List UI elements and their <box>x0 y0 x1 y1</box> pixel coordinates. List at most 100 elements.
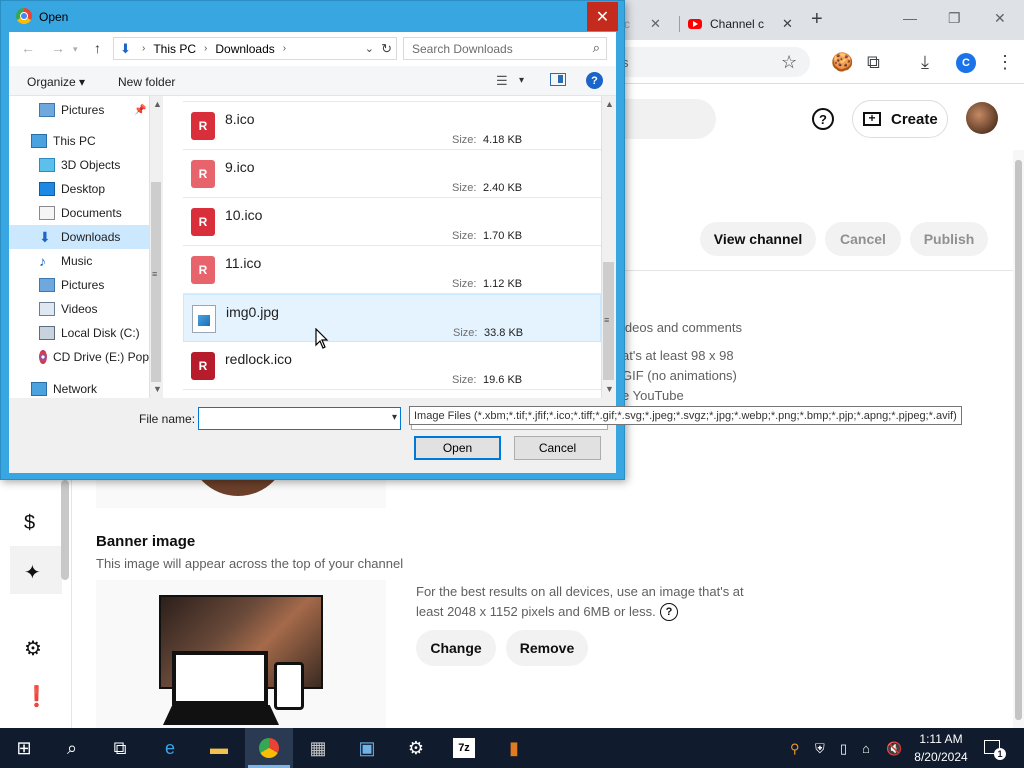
nav-item-network[interactable]: Network <box>9 377 149 401</box>
network-tray-icon[interactable]: ⌂ <box>862 741 870 756</box>
nav-pane-scrollbar-thumb[interactable] <box>151 182 161 382</box>
address-breadcrumb[interactable]: ⬇ › This PC › Downloads › ⌄ ↻ <box>113 37 397 60</box>
open-button[interactable]: Open <box>414 436 501 460</box>
remove-banner-button[interactable]: Remove <box>506 630 588 666</box>
restore-icon[interactable]: ❐ <box>948 10 961 27</box>
close-tab-icon[interactable]: ✕ <box>782 16 793 32</box>
clock-date[interactable]: 8/20/2024 <box>909 750 973 764</box>
nav-item-local-disk[interactable]: Local Disk (C:) <box>9 321 149 345</box>
nav-item-this-pc[interactable]: This PC <box>9 129 149 153</box>
help-icon[interactable]: ? <box>812 108 834 130</box>
create-button[interactable]: + Create <box>852 100 948 138</box>
breadcrumb-chevron-icon[interactable]: › <box>142 43 145 54</box>
profile-avatar-icon[interactable]: C <box>956 53 976 73</box>
internet-explorer-icon[interactable]: e <box>158 736 182 760</box>
close-tab-icon[interactable]: ✕ <box>650 16 661 32</box>
recent-locations-chevron-icon[interactable]: ▾ <box>73 44 78 55</box>
clock-time[interactable]: 1:11 AM <box>918 732 964 746</box>
settings-taskbar-icon[interactable]: ⚙ <box>404 736 428 760</box>
extensions-puzzle-icon[interactable]: ⧉ <box>867 52 880 73</box>
change-view-icon[interactable]: ☰ <box>496 73 508 89</box>
file-name-dropdown-icon[interactable]: ▾ <box>392 412 397 423</box>
new-folder-button[interactable]: New folder <box>118 75 175 89</box>
app-orange-icon[interactable]: ▮ <box>502 736 526 760</box>
breadcrumb-chevron-icon[interactable]: › <box>204 43 207 54</box>
nav-item-3d-objects[interactable]: 3D Objects <box>9 153 149 177</box>
nav-item-downloads[interactable]: ⬇ Downloads <box>9 225 149 249</box>
preview-pane-icon[interactable] <box>550 73 566 86</box>
dialog-close-icon[interactable]: ✕ <box>587 2 618 31</box>
nav-item-pictures-quick[interactable]: Pictures 📌 <box>9 98 149 122</box>
breadcrumb-downloads[interactable]: Downloads <box>215 42 274 56</box>
nav-item-desktop[interactable]: Desktop <box>9 177 149 201</box>
file-item-img0-jpg[interactable]: img0.jpg Size: 33.8 KB <box>183 294 601 342</box>
view-channel-button[interactable]: View channel <box>700 222 816 256</box>
banner-help-icon[interactable]: ? <box>660 603 678 621</box>
close-window-icon[interactable]: ✕ <box>994 10 1006 27</box>
page-scrollbar-thumb[interactable] <box>1015 160 1022 720</box>
settings-gear-icon[interactable]: ⚙ <box>24 636 42 661</box>
file-item-11-ico[interactable]: R 11.ico Size: 1.12 KB <box>183 246 601 294</box>
file-item-redlock-ico[interactable]: R redlock.ico Size: 19.6 KB <box>183 342 601 390</box>
address-bar[interactable] <box>610 47 810 77</box>
nav-item-pictures[interactable]: Pictures <box>9 273 149 297</box>
cancel-button[interactable]: Cancel <box>514 436 601 460</box>
control-panel-icon[interactable]: ▣ <box>355 736 379 760</box>
dialog-help-icon[interactable]: ? <box>586 72 603 89</box>
search-icon[interactable]: ⌕ <box>593 40 600 56</box>
battery-icon[interactable]: ▯ <box>840 741 847 757</box>
file-item-9-ico[interactable]: R 9.ico Size: 2.40 KB <box>183 150 601 198</box>
pin-icon[interactable]: 📌 <box>134 105 146 116</box>
nav-item-music[interactable]: ♪ Music <box>9 249 149 273</box>
up-arrow-icon[interactable]: ↑ <box>94 40 101 56</box>
account-avatar[interactable] <box>966 102 998 134</box>
breadcrumb-this-pc[interactable]: This PC <box>153 42 196 56</box>
change-banner-button[interactable]: Change <box>416 630 496 666</box>
file-explorer-icon[interactable]: ▬ <box>207 736 231 760</box>
refresh-icon[interactable]: ↻ <box>381 41 392 57</box>
studio-cancel-button[interactable]: Cancel <box>825 222 901 256</box>
scroll-up-arrow-icon[interactable]: ▲ <box>153 99 162 109</box>
file-name-input[interactable]: ▾ <box>198 407 401 430</box>
download-icon[interactable]: ⤓ <box>921 52 929 73</box>
organize-button[interactable]: Organize ▾ <box>27 75 85 89</box>
earn-dollar-icon[interactable]: $ <box>24 512 35 535</box>
nav-item-cd-drive[interactable]: CD Drive (E:) Pop <box>9 345 149 369</box>
feedback-icon[interactable]: ❗ <box>24 684 49 709</box>
customization-wand-icon[interactable]: ✦ <box>24 560 41 585</box>
address-dropdown-icon[interactable]: ⌄ <box>365 42 374 55</box>
rail-scrollbar[interactable] <box>61 480 69 580</box>
app-icon[interactable]: ▦ <box>306 736 330 760</box>
new-tab-button[interactable]: + <box>811 8 823 31</box>
tray-search-icon[interactable]: ⚲ <box>790 741 800 757</box>
scroll-up-arrow-icon[interactable]: ▲ <box>605 99 614 109</box>
search-downloads-box[interactable]: ⌕ <box>403 37 607 60</box>
breadcrumb-chevron-icon[interactable]: › <box>283 43 286 54</box>
dialog-title: Open <box>39 10 69 24</box>
cookie-extension-icon[interactable]: 🍪 <box>831 52 853 73</box>
scroll-down-arrow-icon[interactable]: ▼ <box>605 384 614 394</box>
publish-button[interactable]: Publish <box>910 222 988 256</box>
nav-item-videos[interactable]: Videos <box>9 297 149 321</box>
chrome-taskbar-icon[interactable] <box>257 736 281 760</box>
back-arrow-icon[interactable]: ← <box>21 40 35 56</box>
studio-search-bar[interactable] <box>620 99 716 139</box>
windows-start-icon[interactable]: ⊞ <box>12 736 36 760</box>
browser-tab-active[interactable]: Channel c ✕ <box>682 8 802 40</box>
7zip-icon[interactable]: 7z <box>453 738 475 758</box>
dialog-titlebar[interactable]: Open ✕ <box>1 1 624 32</box>
taskbar-search-icon[interactable]: ⌕ <box>60 736 84 760</box>
volume-muted-icon[interactable]: 🔇 <box>886 741 902 757</box>
view-options-chevron-icon[interactable]: ▾ <box>519 75 524 86</box>
file-item-10-ico[interactable]: R 10.ico Size: 1.70 KB <box>183 198 601 246</box>
nav-item-documents[interactable]: Documents <box>9 201 149 225</box>
forward-arrow-icon[interactable]: → <box>51 40 65 56</box>
menu-kebab-icon[interactable]: ⋮ <box>996 52 1014 73</box>
minimize-icon[interactable]: — <box>903 10 917 26</box>
task-view-icon[interactable]: ⧉ <box>108 736 132 760</box>
search-downloads-input[interactable] <box>404 38 574 59</box>
security-shield-icon[interactable]: ⛨ <box>815 741 825 757</box>
file-item-8-ico[interactable]: R 8.ico Size: 4.18 KB <box>183 102 601 150</box>
scroll-down-arrow-icon[interactable]: ▼ <box>153 384 162 394</box>
bookmark-star-icon[interactable]: ☆ <box>781 52 797 73</box>
